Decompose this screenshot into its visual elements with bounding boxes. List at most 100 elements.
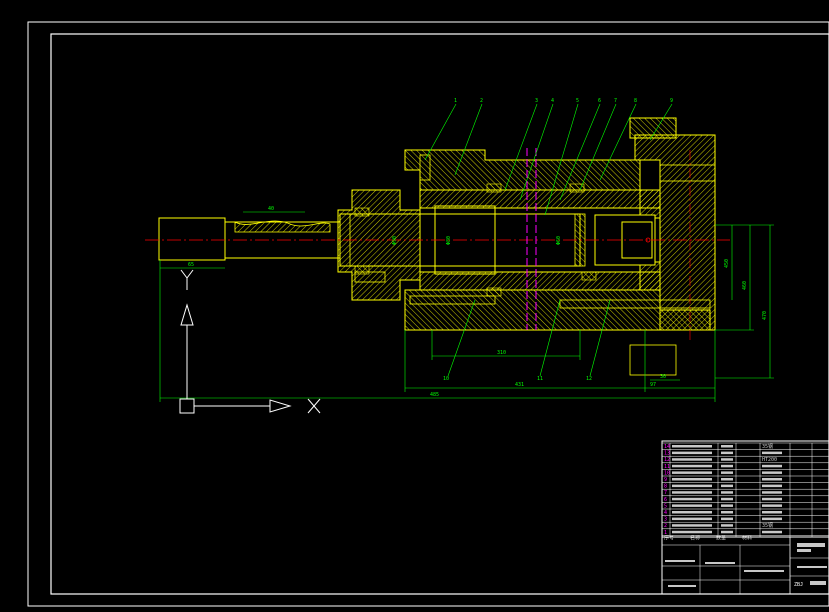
parts-row-name-block [672, 484, 712, 488]
parts-row-number: 12 [664, 457, 670, 463]
seal-3 [486, 183, 502, 193]
parts-row-name-block [672, 511, 712, 514]
parts-row-material-block [762, 517, 782, 521]
cad-drawing-canvas: 1 2 3 4 5 6 7 8 9 10 11 12 485 431 97 30… [27, 21, 829, 607]
dim-shaft-1: 40 [268, 206, 274, 212]
parts-row-name-block [672, 530, 712, 534]
parts-row-name-block [672, 491, 712, 494]
dim-diameter-3: Φ60 [556, 236, 562, 245]
parts-row-material-block [762, 478, 782, 481]
parts-header-label: 序号 [664, 534, 674, 541]
dim-bore: 431 [515, 382, 524, 388]
dim-vertical-1: 470 [762, 311, 768, 320]
dim-overall: 485 [430, 392, 439, 398]
parts-row-qty-block [721, 524, 733, 527]
parts-row-number: 13 [664, 451, 670, 457]
part-number: 4 [551, 98, 554, 104]
parts-list-text: 14 35钢1312 HT200111098765432 35钢1序号 名称 数量 材料 [664, 443, 782, 541]
parts-row-name-block [672, 524, 712, 527]
parts-row-qty-block [721, 484, 733, 488]
part-number: 5 [576, 98, 579, 104]
parts-row-qty-block [721, 511, 733, 514]
seal-4 [486, 287, 502, 297]
part-number: 6 [598, 98, 601, 104]
parts-row-number: 3 [664, 517, 667, 523]
dim-diameter-2: Φ80 [446, 236, 452, 245]
parts-header-label: 材料 [742, 534, 752, 541]
parts-row-material: 35钢 [762, 443, 773, 450]
parts-row-name-block [672, 478, 712, 481]
part-number: 2 [480, 98, 483, 104]
parts-row-qty-block [721, 504, 733, 507]
piston-rod-end [158, 217, 226, 261]
parts-row-material-block [762, 504, 782, 507]
part-number: 11 [537, 376, 543, 382]
parts-row-qty-block [721, 497, 733, 501]
parts-row-number: 7 [664, 490, 667, 496]
parts-row-name-block [672, 445, 712, 448]
barrel-upper-wall [419, 189, 661, 209]
parts-row-number: 5 [664, 503, 667, 509]
part-number: 9 [670, 98, 673, 104]
bottom-fitting [629, 344, 677, 376]
parts-row-number: 11 [664, 464, 670, 470]
parts-row-number: 2 [664, 523, 667, 529]
parts-row-material: 35钢 [762, 522, 773, 529]
part-number: 8 [634, 98, 637, 104]
dim-small-right: 30 [660, 374, 666, 380]
parts-row-material-block [762, 471, 782, 474]
parts-row-name-block [672, 451, 712, 455]
dim-stroke: 310 [497, 350, 506, 356]
dim-diameter-1: Φ90 [392, 236, 398, 245]
parts-header-label: 名称 [690, 534, 700, 541]
parts-row-qty-block [721, 458, 733, 461]
part-number: 10 [443, 376, 449, 382]
seal-2 [354, 265, 370, 275]
parts-row-name-block [672, 458, 712, 461]
dim-vertical-3: 450 [724, 259, 730, 268]
parts-row-qty-block [721, 491, 733, 494]
dim-right: 97 [650, 382, 656, 388]
parts-row-qty-block [721, 478, 733, 481]
parts-row-material-block [762, 451, 782, 455]
dim-shaft-2: 65 [188, 262, 194, 268]
parts-row-name-block [672, 504, 712, 507]
parts-row-number: 9 [664, 477, 667, 483]
parts-row-number: 14 [664, 444, 670, 450]
parts-row-material: HT200 [762, 457, 777, 463]
part-number: 3 [535, 98, 538, 104]
part-number: 1 [454, 98, 457, 104]
drawing-code: ZBJ [794, 582, 803, 588]
parts-row-qty-block [721, 471, 733, 474]
parts-row-number: 10 [664, 470, 670, 476]
seal-1 [354, 207, 370, 217]
parts-row-material-block [762, 491, 782, 494]
cylinder-assembly [158, 117, 716, 376]
parts-row-material-block [762, 464, 782, 468]
rod-break-section [234, 220, 331, 233]
title-block: 14 35钢1312 HT200111098765432 35钢1序号 名称 数量 材料 Z… [661, 440, 829, 595]
parts-row-qty-block [721, 445, 733, 448]
dim-vertical-2: 460 [742, 281, 748, 290]
parts-row-material-block [762, 497, 782, 501]
parts-row-number: 6 [664, 497, 667, 503]
barrel-lower-wall [419, 271, 661, 291]
parts-header-label: 数量 [716, 534, 726, 541]
parts-row-name-block [672, 464, 712, 468]
parts-row-material-block [762, 530, 782, 534]
part-number: 12 [586, 376, 592, 382]
parts-row-name-block [672, 517, 712, 521]
parts-row-material-block [762, 484, 782, 488]
parts-list-grid [662, 442, 829, 537]
parts-row-qty-block [721, 464, 733, 468]
parts-row-qty-block [721, 530, 733, 534]
seal-6 [581, 271, 597, 281]
parts-row-name-block [672, 497, 712, 501]
parts-row-material-block [762, 511, 782, 514]
parts-row-number: 8 [664, 484, 667, 490]
parts-row-name-block [672, 471, 712, 474]
ucs-axis-icon [179, 269, 321, 414]
parts-row-number: 4 [664, 510, 667, 516]
part-number: 7 [614, 98, 617, 104]
parts-row-qty-block [721, 517, 733, 521]
